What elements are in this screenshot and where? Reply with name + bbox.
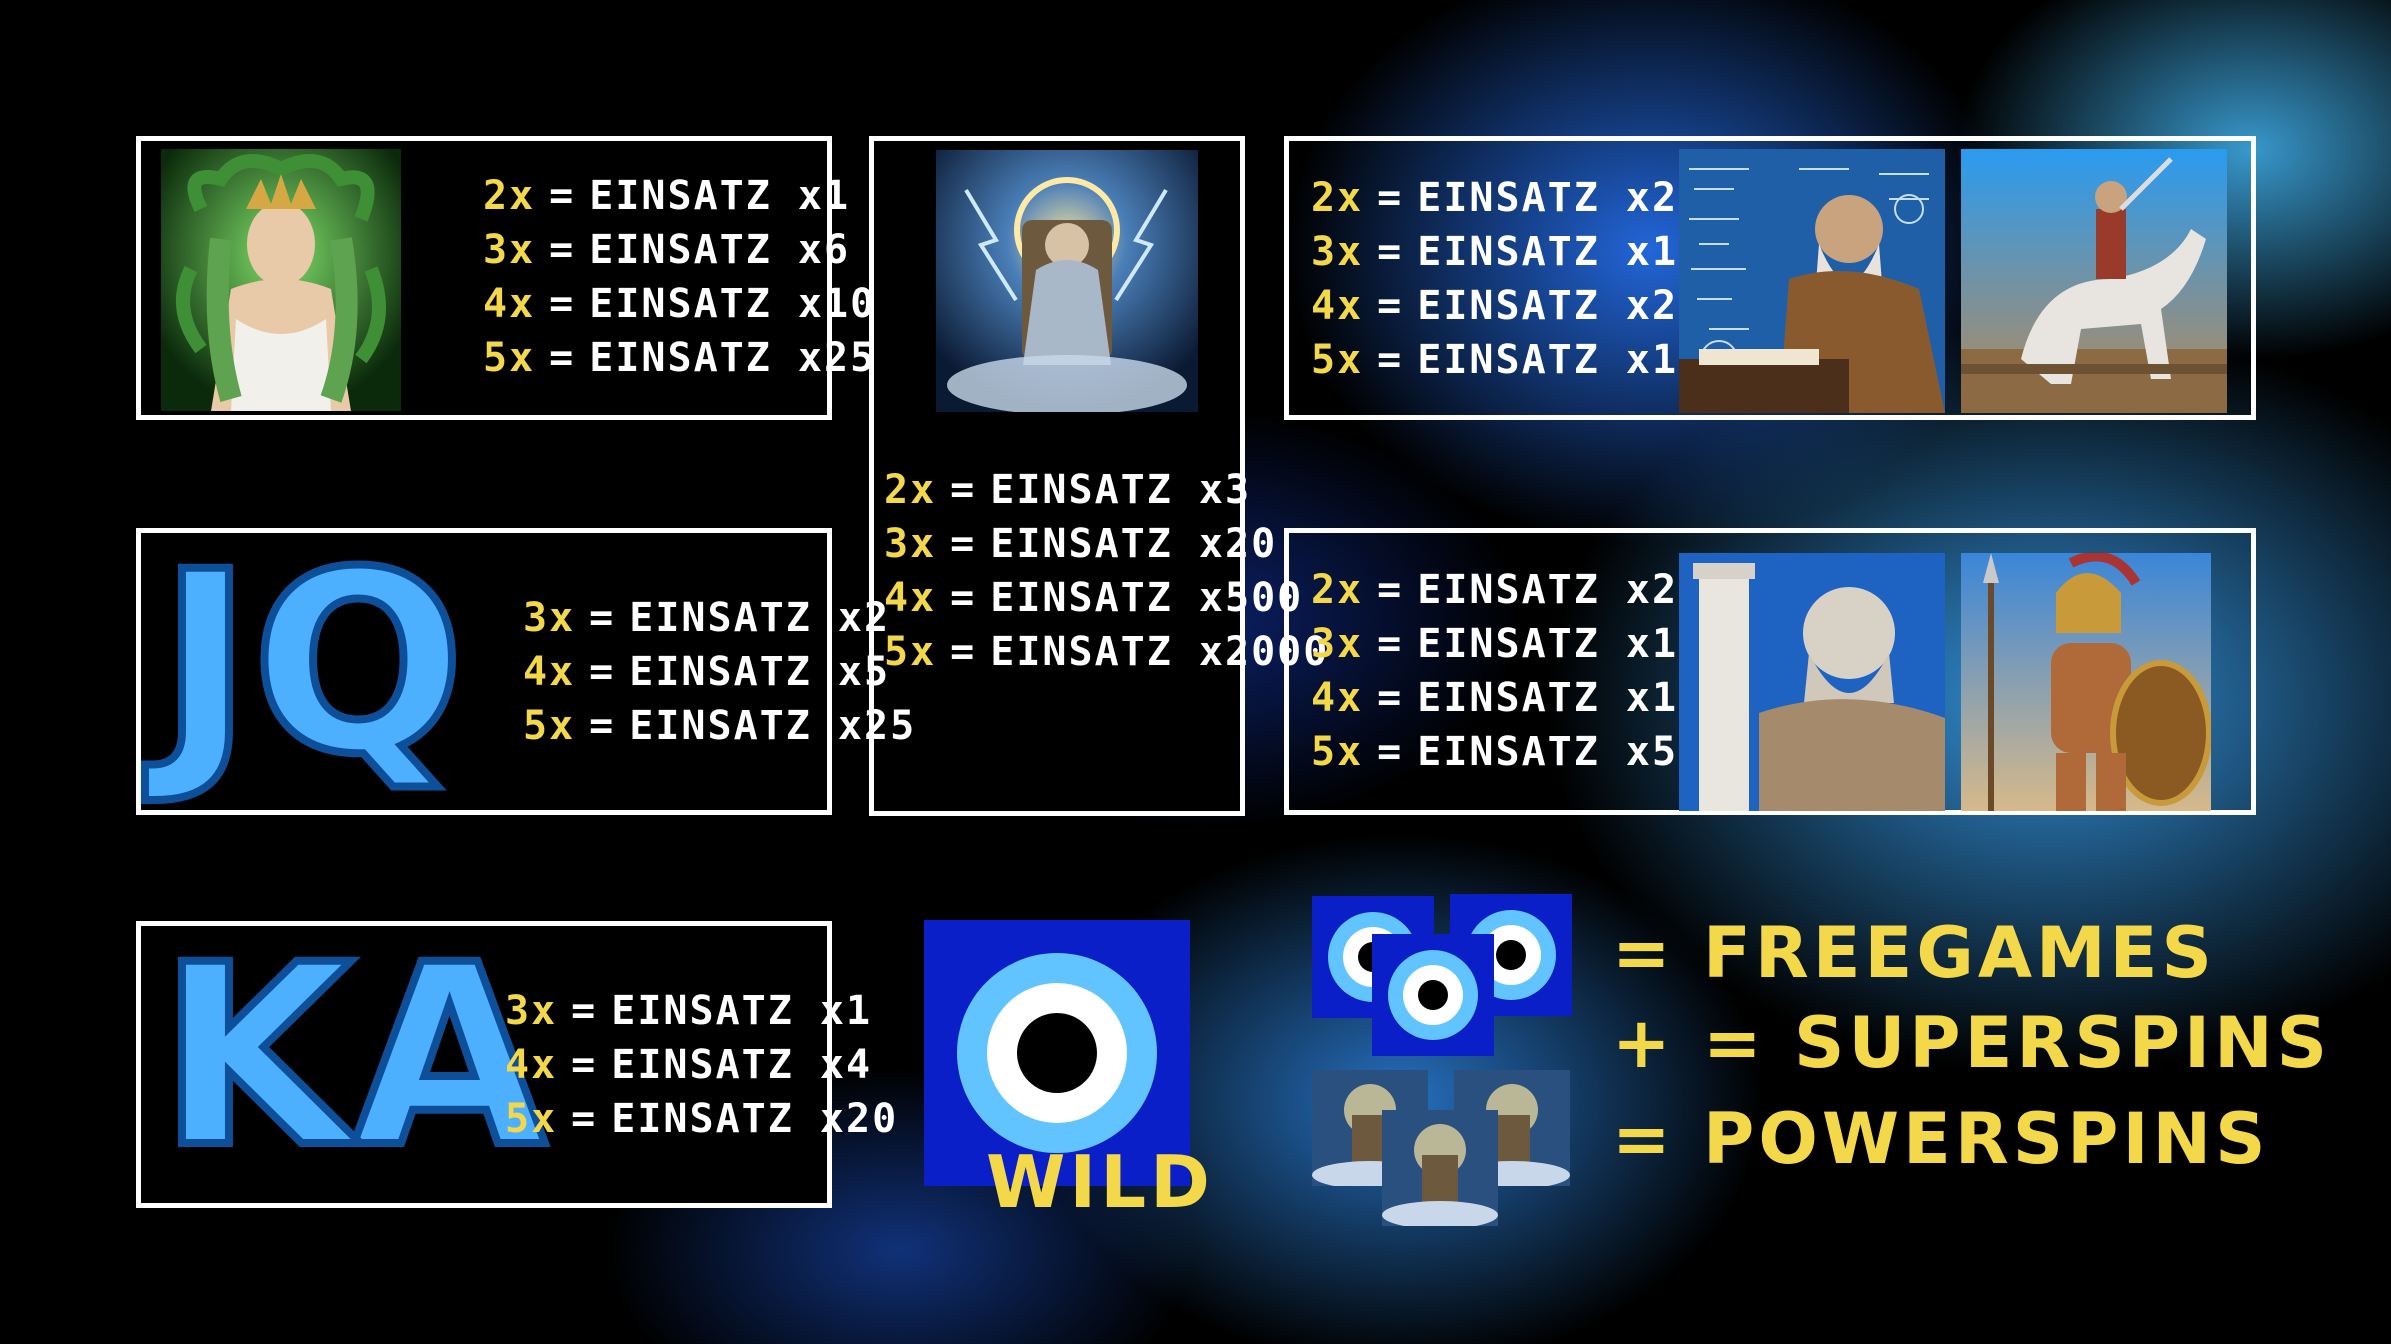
paytable-panel-philosopher-spartan: 2x = EINSATZ x2 3x = EINSATZ x10 4x = EINSATZ …: [1284, 528, 2256, 815]
mathematician-portrait-icon: [1679, 149, 1945, 413]
paytable-row: 2x = EINSATZ x2: [1311, 175, 1679, 221]
bonus-legend-powerspins: = POWERSPINS: [1612, 1098, 2270, 1180]
paytable-row: 4x = EINSATZ x4: [505, 1042, 873, 1088]
paytable-panel-zeus: 2x = EINSATZ x3 3x = EINSATZ x20 4x = EINSATZ …: [869, 136, 1327, 816]
paytable-panel-scholar-rider: 2x = EINSATZ x2 3x = EINSATZ x15 4x = EINSATZ …: [1284, 136, 2256, 420]
paytable-panel-medusa: 2x = EINSATZ x1 3x = EINSATZ x6 4x = EINSATZ x…: [136, 136, 900, 420]
bonus-legend-superspins: + = SUPERSPINS: [1612, 1002, 2332, 1084]
paytable-row: 2x = EINSATZ x2: [1311, 567, 1679, 613]
zeus-on-throne-icon: [936, 150, 1198, 412]
paytable-row: 4x = EINSATZ x5: [523, 649, 891, 695]
paytable-panel-ka: KA 3x = EINSATZ x1 4x = EINSATZ x4 5x = EINSAT…: [136, 911, 896, 1208]
paytable-row: 4x = EINSATZ x250: [1311, 283, 1731, 329]
paytable-row: 3x = EINSATZ x15: [1311, 229, 1705, 275]
paytable-row: 3x = EINSATZ x10: [1311, 621, 1705, 667]
paytable-row: 5x = EINSATZ x500: [1311, 729, 1731, 775]
paytable-row: 4x = EINSATZ x500: [884, 575, 1304, 621]
paytable-panel-jq: JQ 3x = EINSATZ x2 4x = EINSATZ x5 5x = EINSAT…: [136, 518, 914, 815]
paytable-row: 2x = EINSATZ x3: [884, 467, 1252, 513]
medusa-portrait-icon: [161, 149, 401, 411]
paytable-row: 2x = EINSATZ x1: [483, 173, 851, 219]
wild-label: WILD: [986, 1140, 1214, 1224]
paytable-row: 3x = EINSATZ x6: [483, 227, 851, 273]
spartan-warrior-icon: [1961, 553, 2211, 811]
paytable-row: 3x = EINSATZ x2: [523, 595, 891, 641]
paytable-row: 3x = EINSATZ x20: [884, 521, 1278, 567]
paytable-row: 4x = EINSATZ x150: [1311, 675, 1731, 721]
warrior-on-horse-icon: [1961, 149, 2227, 413]
letter-symbol-ka: KA: [155, 911, 550, 1202]
paytable-row: 5x = EINSATZ x25: [523, 703, 917, 749]
paytable-row: 5x = EINSATZ x20: [505, 1096, 899, 1142]
paytable-row: 3x = EINSATZ x1: [505, 988, 873, 1034]
paytable-row: 4x = EINSATZ x100: [483, 281, 903, 327]
bonus-legend-freegames: = FREEGAMES: [1612, 912, 2216, 994]
letter-symbol-jq: JQ: [155, 518, 469, 809]
zeus-mini-icon: [1382, 1110, 1498, 1226]
paytable-row: 5x = EINSATZ x2000: [884, 629, 1330, 675]
paytable-row: 5x = EINSATZ x250: [483, 335, 903, 381]
philosopher-bust-icon: [1679, 553, 1945, 811]
scatter-eye-icon: [1372, 934, 1494, 1056]
